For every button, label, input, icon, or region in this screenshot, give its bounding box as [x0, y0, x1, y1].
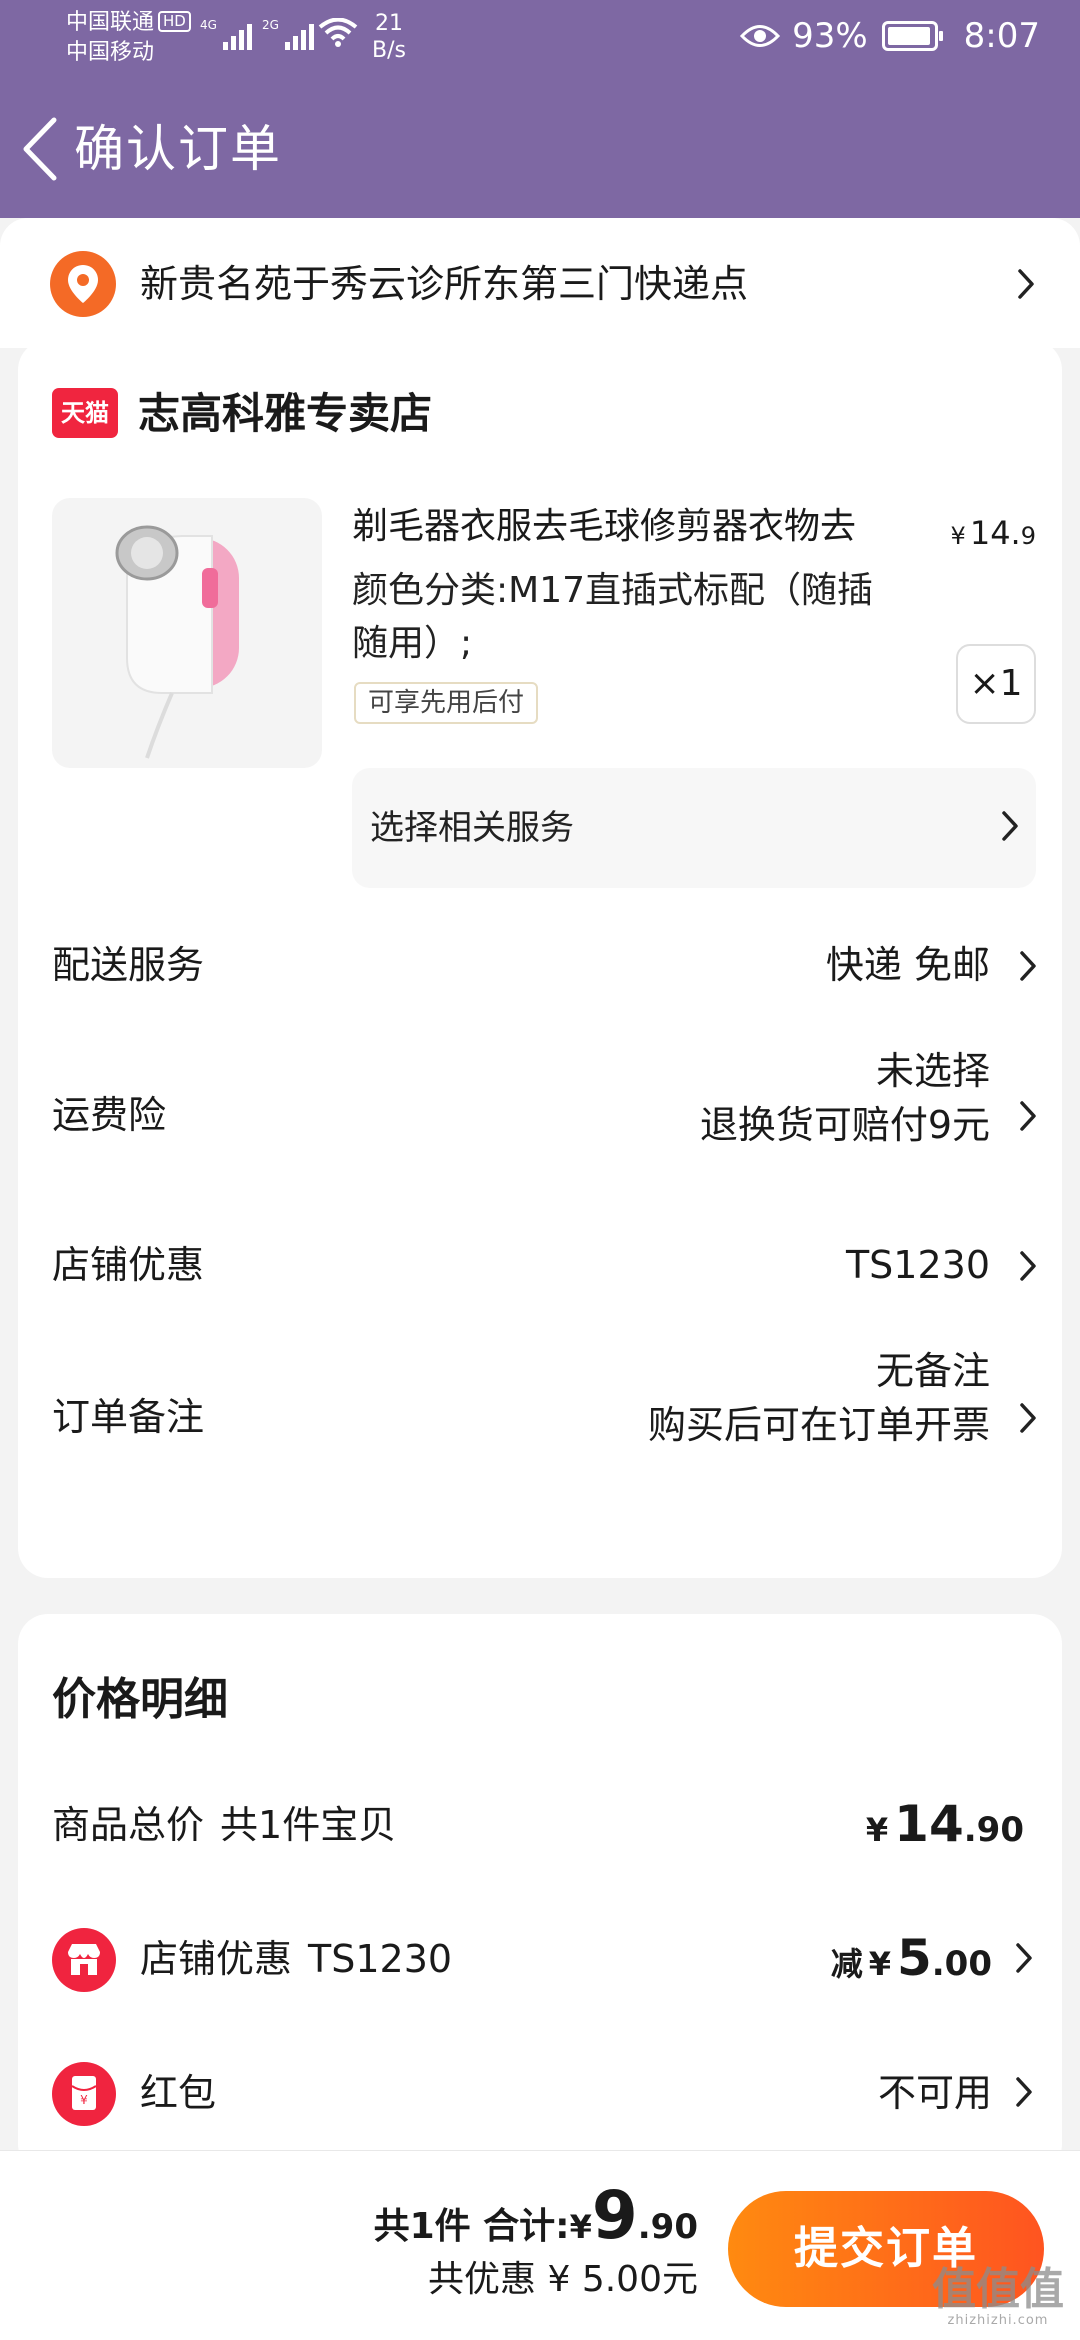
store-coupon-icon	[52, 1928, 116, 1992]
note-label: 订单备注	[52, 1395, 205, 1439]
chevron-right-icon	[1018, 269, 1034, 299]
checkout-bar: 共1件 合计:¥9.90 共优惠 ¥ 5.00元 提交订单	[0, 2150, 1080, 2340]
red-packet-icon: ¥	[52, 2062, 116, 2126]
chevron-right-icon	[1020, 1403, 1036, 1433]
chevron-right-icon	[1016, 1943, 1032, 1973]
battery-percent: 93%	[792, 16, 868, 56]
coupon-label: 店铺优惠	[52, 1243, 205, 1287]
eye-icon	[740, 25, 781, 47]
product-spec[interactable]: 颜色分类:M17直插式标配（随插 随用）;	[352, 564, 932, 670]
chevron-right-icon	[1002, 811, 1018, 841]
tmall-logo: 天猫	[52, 388, 118, 438]
carrier-info: 中国联通 HD 中国移动	[66, 8, 191, 68]
store-name[interactable]: 志高科雅专卖店	[138, 384, 432, 444]
delivery-value: 快递 免邮	[825, 943, 990, 987]
signal-icon: 4G	[200, 18, 252, 50]
hd-badge: HD	[158, 11, 191, 32]
delivery-label: 配送服务	[52, 943, 205, 987]
quantity-stepper[interactable]: ×1	[956, 644, 1036, 724]
address-text: 新贵名苑于秀云诊所东第三门快递点	[140, 262, 749, 306]
net-speed: 21 B/s	[372, 11, 406, 63]
price-detail-heading: 价格明细	[52, 1674, 228, 1725]
store-coupon-row[interactable]: 店铺优惠 TS1230	[18, 1210, 1062, 1320]
store-coupon-code: TS1230	[308, 1937, 453, 1981]
carrier-1: 中国联通	[66, 10, 155, 35]
battery-icon	[881, 21, 943, 51]
product-title[interactable]: 剃毛器衣服去毛球修剪器衣物去	[352, 500, 932, 554]
address-selector[interactable]: 新贵名苑于秀云诊所东第三门快递点	[0, 218, 1080, 348]
back-button[interactable]	[16, 114, 66, 184]
red-packet-row[interactable]: ¥ 红包 不可用	[18, 2054, 1062, 2134]
wifi-icon	[318, 18, 358, 47]
subtotal-amount: ¥14.90	[865, 1795, 1024, 1853]
product-image[interactable]	[52, 498, 322, 768]
store-coupon-amount: 减 ¥5.00	[830, 1929, 992, 1987]
insurance-desc: 退换货可赔付9元	[699, 1103, 990, 1147]
select-service-button[interactable]: 选择相关服务	[352, 768, 1036, 888]
chevron-right-icon	[1020, 1101, 1036, 1131]
shipping-insurance-row[interactable]: 运费险 未选择 退换货可赔付9元	[18, 1049, 1062, 1180]
carrier-2: 中国移动	[66, 40, 155, 65]
insurance-status: 未选择	[875, 1049, 990, 1093]
store-card: 天猫 志高科雅专卖店 剃毛器衣服去毛球修剪器衣物去 ¥14.9 颜色分类:M17…	[18, 340, 1062, 1578]
location-pin-icon	[50, 251, 116, 317]
svg-text:¥: ¥	[80, 2093, 88, 2107]
order-total: 共1件 合计:¥9.90	[373, 2177, 698, 2254]
nav-bar: 确认订单	[0, 100, 1080, 200]
subtotal-count: 共1件宝贝	[220, 1803, 397, 1847]
page-title: 确认订单	[74, 120, 282, 178]
order-note-row[interactable]: 订单备注 无备注 购买后可在订单开票	[18, 1340, 1062, 1490]
store-coupon-label: 店铺优惠	[140, 1937, 293, 1981]
insurance-label: 运费险	[52, 1093, 167, 1137]
product-price: ¥14.9	[950, 514, 1036, 552]
subtotal-row: 商品总价 共1件宝贝 ¥14.90	[18, 1786, 1062, 1866]
subtotal-label: 商品总价	[52, 1803, 205, 1847]
clock: 8:07	[963, 16, 1040, 56]
chevron-right-icon	[1016, 2077, 1032, 2107]
price-detail-card: 价格明细 商品总价 共1件宝贝 ¥14.90 店铺优惠 TS1230 减 ¥5.00 …	[18, 1614, 1062, 2174]
status-bar: 中国联通 HD 中国移动 4G 2G 21 B/s 93% 8:07	[0, 0, 1080, 75]
delivery-row[interactable]: 配送服务 快递 免邮	[18, 910, 1062, 1020]
chevron-right-icon	[1020, 951, 1036, 981]
site-watermark: 值值值 zhizhizhi.com	[932, 2264, 1064, 2329]
service-label: 选择相关服务	[370, 808, 574, 848]
note-value: 无备注	[875, 1349, 990, 1393]
coupon-value: TS1230	[845, 1243, 990, 1287]
signal-icon-2: 2G	[262, 18, 314, 50]
status-right: 93% 8:07	[740, 16, 1040, 56]
store-coupon-detail-row[interactable]: 店铺优惠 TS1230 减 ¥5.00	[18, 1920, 1062, 2000]
red-packet-label: 红包	[140, 2071, 217, 2115]
red-packet-value: 不可用	[877, 2071, 992, 2115]
total-discount: 共优惠 ¥ 5.00元	[428, 2259, 698, 2300]
chevron-right-icon	[1020, 1251, 1036, 1281]
note-invoice-hint: 购买后可在订单开票	[647, 1403, 990, 1447]
pay-later-tag: 可享先用后付	[354, 682, 539, 724]
